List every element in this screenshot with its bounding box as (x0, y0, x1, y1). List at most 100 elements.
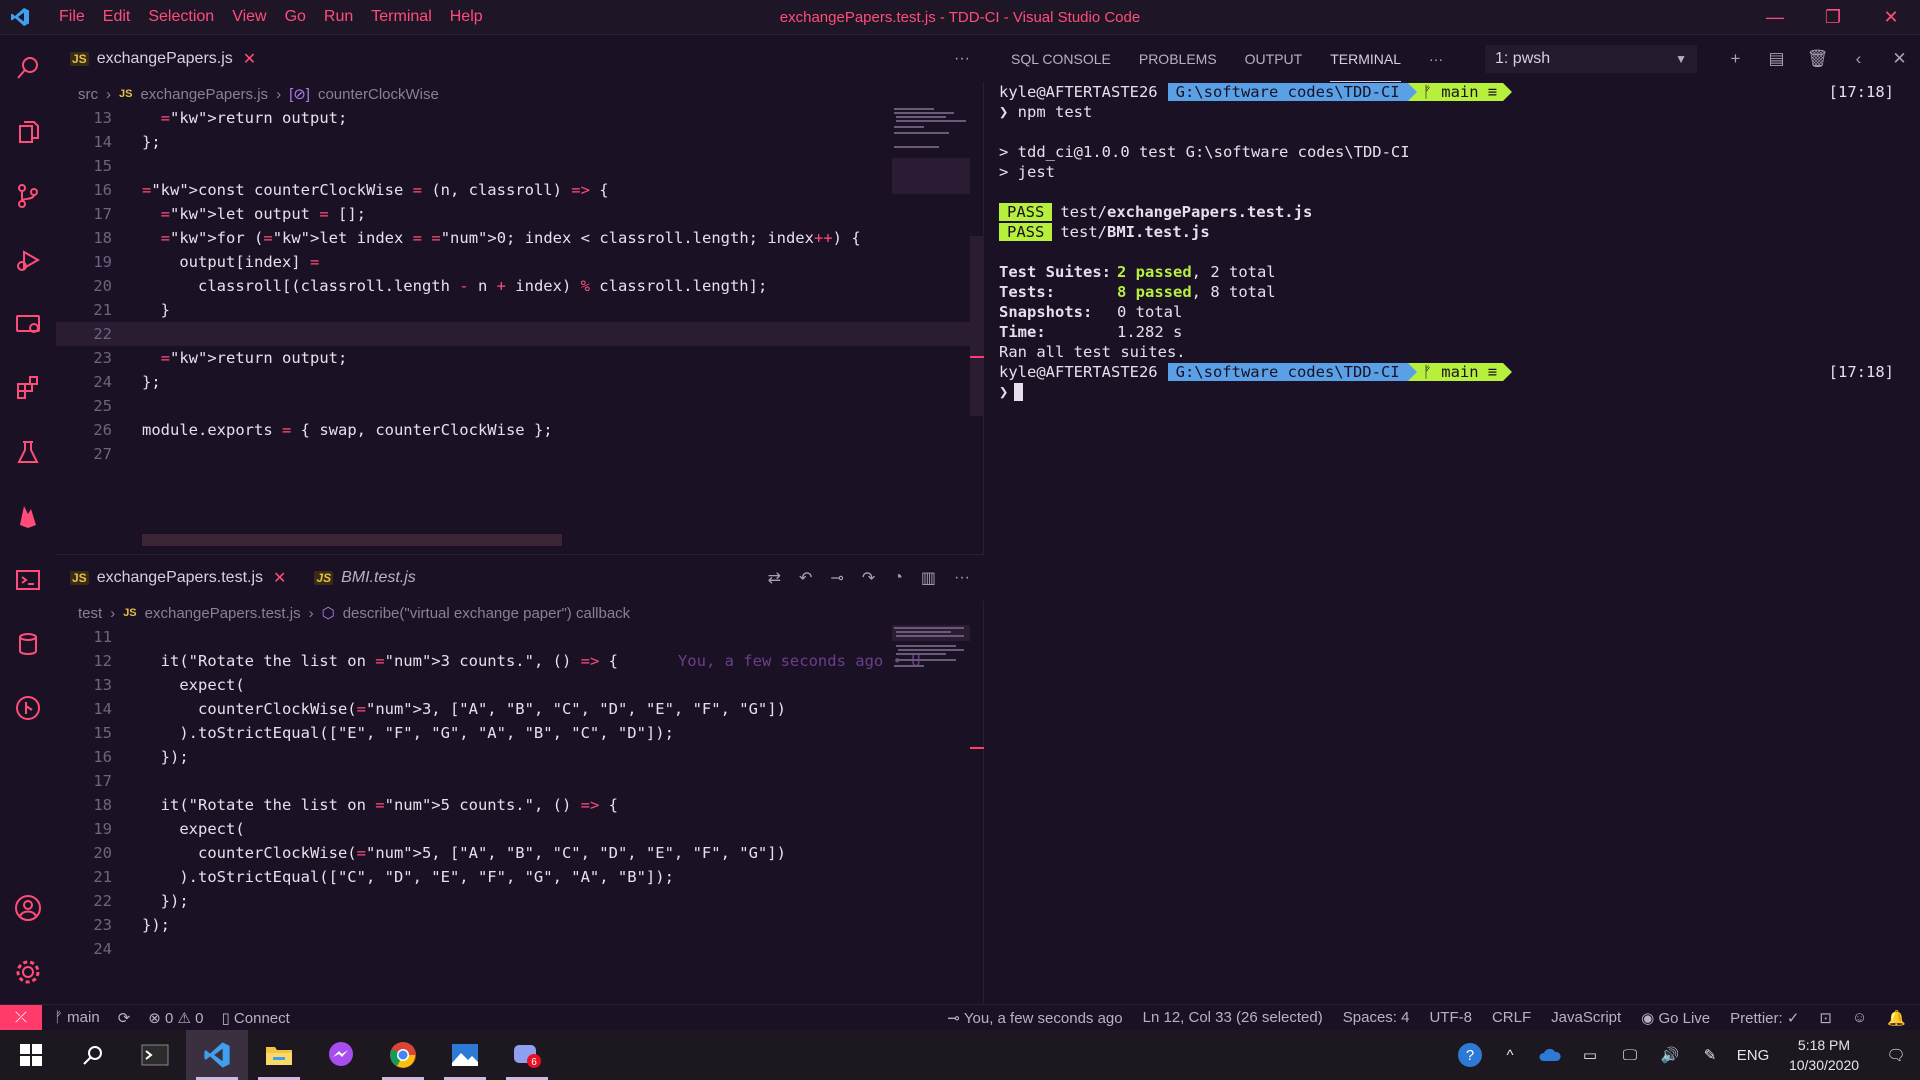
tab-problems[interactable]: PROBLEMS (1139, 36, 1217, 82)
line-number[interactable]: 25 (56, 397, 112, 415)
file-explorer-icon[interactable] (248, 1030, 310, 1080)
search-icon[interactable] (62, 1030, 124, 1080)
menu-run[interactable]: Run (315, 8, 362, 26)
tab-terminal[interactable]: TERMINAL (1330, 36, 1402, 82)
maximize-panel-icon[interactable]: ‹ (1838, 49, 1879, 69)
tab-output[interactable]: OUTPUT (1245, 36, 1303, 82)
connect-indicator[interactable]: ▯ Connect (222, 1009, 290, 1027)
testing-flask-icon[interactable] (0, 420, 56, 484)
code-line[interactable]: 22 }); (56, 889, 984, 913)
run-debug-icon[interactable] (0, 228, 56, 292)
source-control-icon[interactable] (0, 164, 56, 228)
line-number[interactable]: 24 (56, 940, 112, 958)
battery-icon[interactable]: ▭ (1570, 1046, 1610, 1064)
code-line[interactable]: 20 classroll[(classroll.length - n + ind… (56, 274, 984, 298)
code-line[interactable]: 18 ="kw">for (="kw">let index = ="num">0… (56, 226, 984, 250)
breadcrumb-folder[interactable]: src (78, 86, 98, 103)
panel-more-button[interactable]: ··· (1429, 36, 1443, 82)
code-line[interactable]: 27 (56, 442, 984, 466)
extensions-icon[interactable] (0, 356, 56, 420)
code-line[interactable]: 25 (56, 394, 984, 418)
chevron-up-icon[interactable]: ^ (1490, 1047, 1530, 1064)
line-number[interactable]: 21 (56, 868, 112, 886)
split-editor-icon[interactable]: ▥ (921, 568, 936, 588)
more-actions-icon[interactable]: ··· (954, 569, 970, 587)
discord-icon[interactable]: 6 (496, 1030, 558, 1080)
volume-icon[interactable]: 🔊 (1650, 1046, 1690, 1064)
line-number[interactable]: 19 (56, 820, 112, 838)
line-number[interactable]: 24 (56, 373, 112, 391)
split-terminal-icon[interactable]: ▤ (1756, 49, 1797, 69)
git-blame-indicator[interactable]: ⊸ You, a few seconds ago (947, 1009, 1122, 1027)
more-actions-icon[interactable]: ··· (954, 50, 970, 68)
prettier-status[interactable]: Prettier: ✓ (1730, 1009, 1799, 1027)
menu-terminal[interactable]: Terminal (362, 8, 440, 26)
terminal-select[interactable]: 1: pwsh ▼ (1485, 45, 1697, 73)
line-number[interactable]: 13 (56, 676, 112, 694)
breadcrumb-file[interactable]: exchangePapers.js (140, 86, 268, 103)
chrome-icon[interactable] (372, 1030, 434, 1080)
code-line[interactable]: 15 (56, 154, 984, 178)
minimize-button[interactable]: — (1746, 0, 1804, 35)
minimap[interactable] (892, 106, 970, 196)
open-changes-icon[interactable]: ⇄ (768, 568, 781, 588)
minimap[interactable] (892, 625, 970, 715)
code-line[interactable]: 14}; (56, 130, 984, 154)
code-line[interactable]: 19 expect( (56, 817, 984, 841)
explorer-icon[interactable] (0, 100, 56, 164)
line-number[interactable]: 20 (56, 844, 112, 862)
previous-change-icon[interactable]: ↶ (799, 568, 812, 588)
line-number[interactable]: 26 (56, 421, 112, 439)
line-number[interactable]: 18 (56, 229, 112, 247)
clock[interactable]: 5:18 PM 10/30/2020 (1776, 1035, 1872, 1075)
next-change-icon[interactable]: ↷ (862, 568, 875, 588)
line-number[interactable]: 13 (56, 109, 112, 127)
remote-explorer-icon[interactable] (0, 292, 56, 356)
code-editor-top[interactable]: 13 ="kw">return output; 14}; 15 16 ="kw">con… (56, 106, 984, 466)
code-line[interactable]: 21 ).toStrictEqual(["C", "D", "E", "F", … (56, 865, 984, 889)
code-line[interactable]: 26 module.exports = { swap, counterClockW… (56, 418, 984, 442)
code-line[interactable]: 22 (56, 322, 984, 346)
network-icon[interactable]: 🖵 (1610, 1047, 1650, 1064)
line-number[interactable]: 16 (56, 748, 112, 766)
branch-indicator[interactable]: ᚠ main (54, 1009, 100, 1026)
breadcrumb-symbol[interactable]: describe("virtual exchange paper") callb… (343, 605, 630, 622)
close-tab-icon[interactable]: ✕ (273, 568, 286, 588)
cursor-position[interactable]: Ln 12, Col 33 (26 selected) (1143, 1009, 1323, 1026)
menu-go[interactable]: Go (276, 8, 315, 26)
code-line[interactable]: 17 ="kw">let output = []; (56, 202, 984, 226)
menu-file[interactable]: File (50, 8, 94, 26)
tab-bmi-test-js[interactable]: JS BMI.test.js (300, 555, 429, 601)
horizontal-scrollbar[interactable] (142, 534, 562, 546)
encoding[interactable]: UTF-8 (1429, 1009, 1472, 1026)
help-icon[interactable]: ? (1450, 1042, 1490, 1068)
tab-sql-console[interactable]: SQL CONSOLE (1011, 36, 1111, 82)
restore-button[interactable]: ❐ (1804, 0, 1862, 35)
input-line[interactable]: ❯ (999, 382, 1914, 402)
pen-icon[interactable]: ✎ (1690, 1046, 1730, 1064)
feedback-icon[interactable]: ☺ (1852, 1009, 1867, 1026)
close-tab-icon[interactable]: ✕ (243, 49, 256, 69)
breadcrumb-symbol[interactable]: counterClockWise (318, 86, 439, 103)
code-line[interactable]: 18 it("Rotate the list on ="num">5 count… (56, 793, 984, 817)
line-number[interactable]: 20 (56, 277, 112, 295)
sync-icon[interactable]: ⟳ (118, 1009, 131, 1027)
line-number[interactable]: 18 (56, 796, 112, 814)
code-line[interactable]: 16 ="kw">const counterClockWise = (n, cla… (56, 178, 984, 202)
line-number[interactable]: 14 (56, 133, 112, 151)
code-line[interactable]: 21 } (56, 298, 984, 322)
code-line[interactable]: 12 it("Rotate the list on ="num">3 count… (56, 649, 984, 673)
line-number[interactable]: 15 (56, 157, 112, 175)
code-line[interactable]: 13 ="kw">return output; (56, 106, 984, 130)
language-mode[interactable]: JavaScript (1551, 1009, 1621, 1026)
account-icon[interactable] (0, 876, 56, 940)
menu-help[interactable]: Help (441, 8, 492, 26)
code-line[interactable]: 17 (56, 769, 984, 793)
tab-exchange-papers-js[interactable]: JS exchangePapers.js ✕ (56, 36, 270, 82)
line-number[interactable]: 11 (56, 628, 112, 646)
line-number[interactable]: 19 (56, 253, 112, 271)
code-line[interactable]: 11 (56, 625, 984, 649)
settings-gear-icon[interactable] (0, 940, 56, 1004)
go-live-button[interactable]: ◉ Go Live (1641, 1009, 1710, 1027)
problems-indicator[interactable]: ⊗ 0 ⚠ 0 (148, 1009, 203, 1027)
